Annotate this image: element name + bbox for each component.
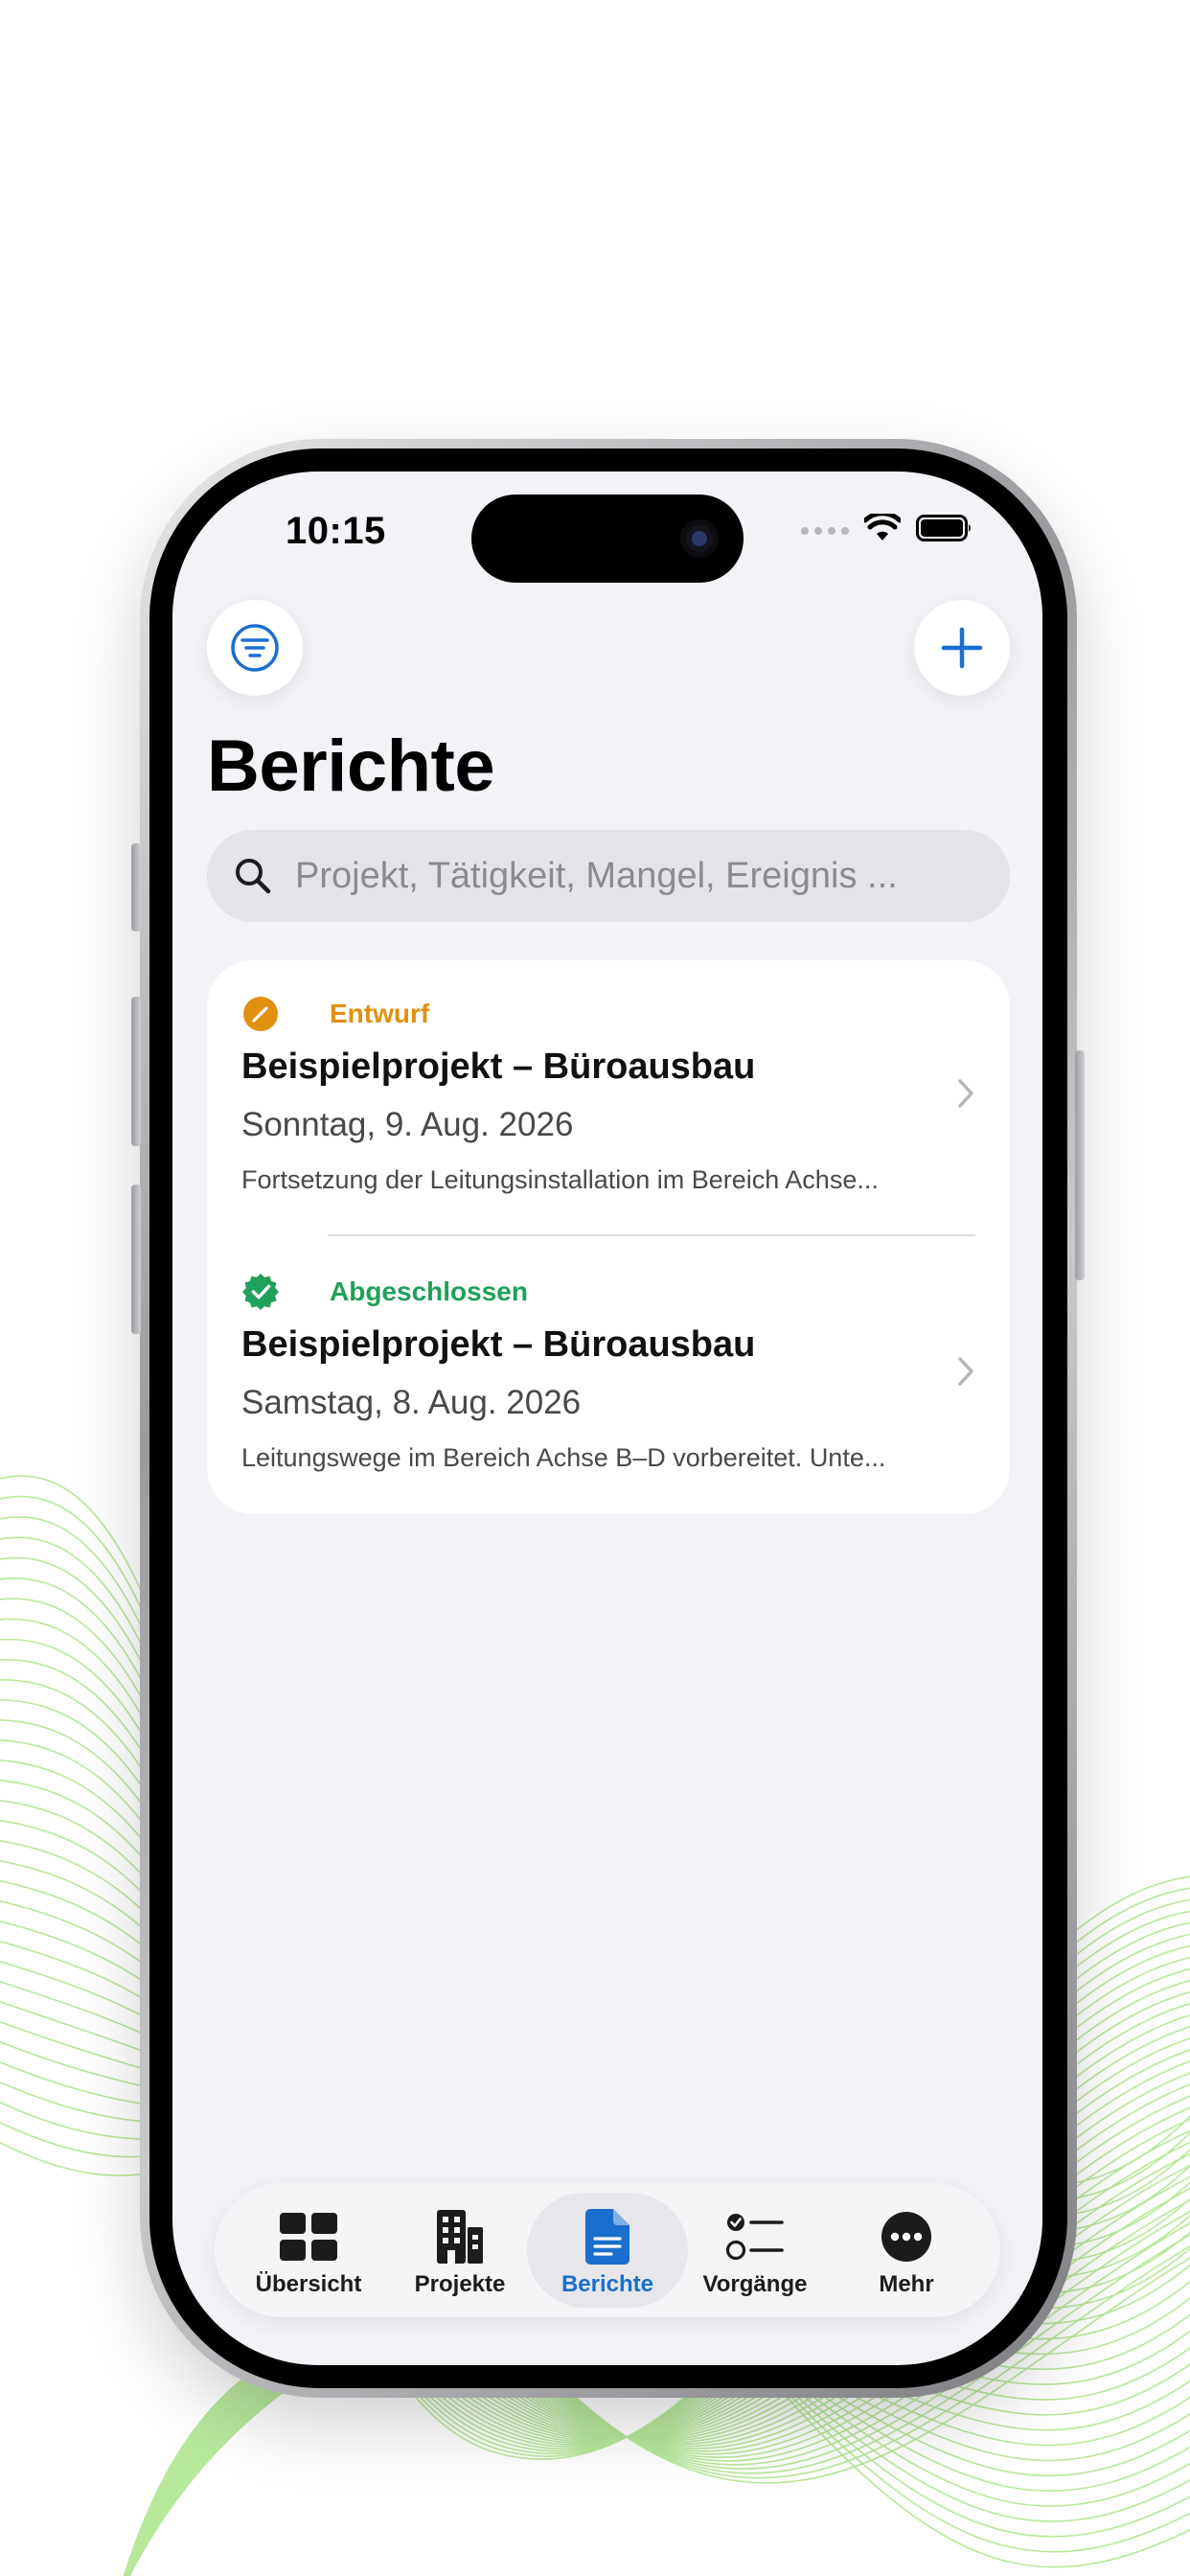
tab-mehr[interactable]: Mehr xyxy=(826,2193,987,2308)
checklist-icon xyxy=(725,2206,785,2267)
report-date: Samstag, 8. Aug. 2026 xyxy=(241,1384,582,1421)
chevron-right-icon xyxy=(956,1077,975,1115)
tab-label: Berichte xyxy=(561,2271,654,2297)
reports-list: Entwurf Beispielprojekt – Büroausbau Son… xyxy=(207,960,1010,1514)
report-row-completed[interactable]: Abgeschlossen Beispielprojekt – Büroausb… xyxy=(207,1238,1010,1514)
page-title: Berichte xyxy=(207,725,495,807)
document-icon xyxy=(584,2206,630,2267)
tab-vorgaenge[interactable]: Vorgänge xyxy=(675,2193,835,2308)
add-report-button[interactable] xyxy=(914,600,1010,696)
signal-icon xyxy=(801,526,849,535)
tab-label: Mehr xyxy=(879,2271,934,2297)
report-date: Sonntag, 9. Aug. 2026 xyxy=(241,1106,574,1143)
volume-down-button xyxy=(131,1184,141,1334)
status-indicators xyxy=(801,511,973,547)
status-time: 10:15 xyxy=(286,510,386,552)
search-icon xyxy=(234,857,272,895)
volume-up-button xyxy=(131,997,141,1146)
plus-icon xyxy=(941,627,983,669)
search-bar[interactable] xyxy=(207,830,1010,922)
tab-label: Übersicht xyxy=(255,2271,362,2297)
pencil-icon xyxy=(241,995,280,1033)
tab-label: Vorgänge xyxy=(702,2271,808,2297)
filter-button[interactable] xyxy=(207,600,303,696)
dynamic-island xyxy=(471,494,744,583)
report-status: Entwurf xyxy=(241,995,429,1033)
report-status: Abgeschlossen xyxy=(241,1273,528,1311)
report-title: Beispielprojekt – Büroausbau xyxy=(241,1046,756,1087)
action-button xyxy=(131,843,141,932)
phone-screen: 10:15 Berichte Projekt, Tätigkeit, Mange… xyxy=(172,472,1042,2365)
building-icon xyxy=(435,2206,485,2267)
report-excerpt: Leitungswege im Bereich Achse B–D vorber… xyxy=(241,1443,886,1472)
tab-projekte[interactable]: Projekte xyxy=(379,2193,540,2308)
power-button xyxy=(1075,1050,1085,1280)
report-row-draft[interactable]: Entwurf Beispielprojekt – Büroausbau Son… xyxy=(207,960,1010,1238)
camera-icon xyxy=(680,519,719,558)
report-status-label: Entwurf xyxy=(330,999,430,1028)
tab-uebersicht[interactable]: Übersicht xyxy=(228,2193,389,2308)
row-divider xyxy=(328,1234,975,1236)
battery-icon xyxy=(916,514,973,547)
chevron-right-icon xyxy=(956,1355,975,1392)
filter-icon xyxy=(231,624,279,672)
wifi-icon xyxy=(862,511,903,547)
grid-icon xyxy=(279,2206,338,2267)
report-status-label: Abgeschlossen xyxy=(330,1276,528,1306)
tab-label: Projekte xyxy=(414,2271,506,2297)
checkmark-seal-icon xyxy=(241,1273,280,1311)
report-excerpt: Fortsetzung der Leitungsinstallation im … xyxy=(241,1165,879,1194)
search-input[interactable] xyxy=(293,854,1010,898)
tab-bar: Übersicht Projekte Berichte Vorgänge Meh… xyxy=(215,2183,1000,2317)
tab-berichte[interactable]: Berichte xyxy=(527,2193,688,2308)
more-icon xyxy=(880,2206,933,2267)
report-title: Beispielprojekt – Büroausbau xyxy=(241,1324,756,1365)
